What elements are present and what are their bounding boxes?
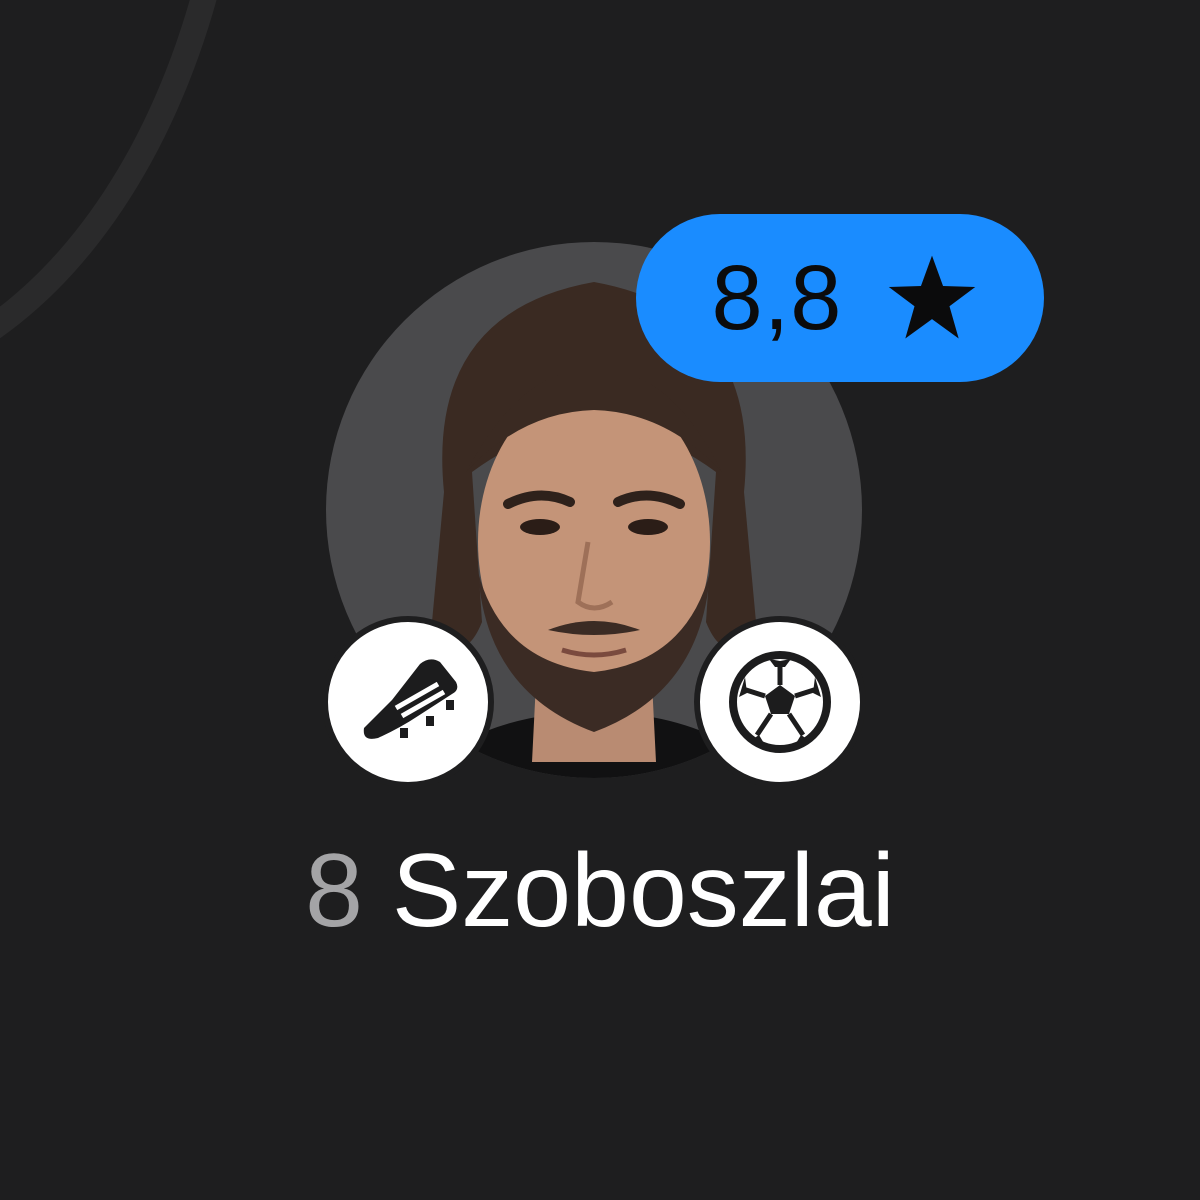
rating-badge: 8,8 bbox=[636, 214, 1044, 382]
player-name: Szoboszlai bbox=[391, 833, 895, 949]
star-icon bbox=[889, 255, 976, 339]
player-card[interactable]: 8,8 8 Szoboszlai bbox=[0, 0, 1200, 1200]
lineup-canvas: 8,8 8 Szoboszlai bbox=[0, 0, 1200, 1200]
goal-badge bbox=[694, 616, 866, 788]
rating-value: 8,8 bbox=[711, 247, 843, 349]
assist-badge bbox=[322, 616, 494, 788]
football-icon bbox=[729, 651, 831, 753]
football-boot-icon bbox=[363, 659, 458, 739]
player-label: 8 Szoboszlai bbox=[0, 834, 1200, 948]
shirt-number: 8 bbox=[305, 833, 363, 949]
